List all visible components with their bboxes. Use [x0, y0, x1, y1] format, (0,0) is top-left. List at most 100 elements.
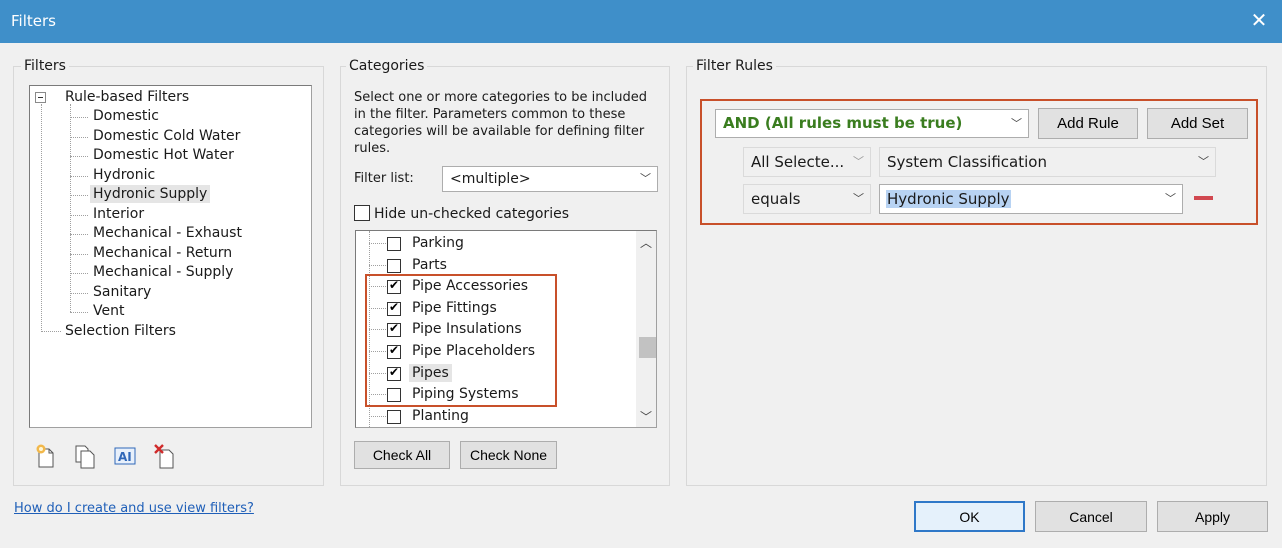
- add-set-button[interactable]: Add Set: [1147, 108, 1248, 139]
- category-checkbox[interactable]: [387, 388, 401, 403]
- tree-node-filter[interactable]: Mechanical - Supply: [90, 263, 236, 281]
- category-scope-dropdown[interactable]: All Selecte... ﹀: [743, 147, 871, 177]
- tree-line: [369, 243, 386, 244]
- category-checkbox[interactable]: [387, 300, 401, 316]
- tree-node-filter[interactable]: Vent: [90, 302, 127, 320]
- tree-line: [41, 104, 42, 332]
- category-row[interactable]: Pipe Fittings: [356, 298, 636, 319]
- tree-line: [369, 351, 386, 352]
- category-label: Pipe Accessories: [412, 278, 529, 295]
- remove-rule-icon[interactable]: [1194, 196, 1213, 200]
- hide-unchecked-checkbox[interactable]: [354, 205, 370, 221]
- operator-dropdown[interactable]: equals ﹀: [743, 184, 871, 214]
- tree-line: [70, 312, 88, 313]
- scrollbar-thumb[interactable]: [639, 337, 656, 358]
- tree-line: [369, 415, 386, 417]
- filter-list-value: <multiple>: [450, 171, 531, 187]
- parameter-value: System Classification: [887, 153, 1047, 171]
- collapse-icon[interactable]: [35, 92, 46, 103]
- title-bar: Filters ✕: [0, 0, 1282, 43]
- category-label: Parking: [412, 235, 464, 251]
- tree-node-selection-filters[interactable]: Selection Filters: [62, 322, 179, 340]
- filter-list-dropdown[interactable]: <multiple> ﹀: [442, 166, 658, 192]
- add-rule-button[interactable]: Add Rule: [1038, 108, 1138, 139]
- duplicate-filter-icon[interactable]: [73, 443, 97, 469]
- category-label: Pipe Placeholders: [412, 343, 536, 359]
- tree-node-filter[interactable]: Domestic Cold Water: [90, 127, 243, 145]
- category-checkbox[interactable]: [387, 365, 401, 381]
- category-scope-value: All Selecte...: [751, 153, 845, 171]
- logic-value: AND (All rules must be true): [723, 114, 963, 132]
- rename-filter-icon[interactable]: AI: [113, 443, 137, 469]
- chevron-down-icon: ﹀: [853, 155, 864, 168]
- category-label: Parts: [412, 256, 447, 273]
- tree-node-rule-based[interactable]: Rule-based Filters: [62, 88, 192, 106]
- category-checkbox[interactable]: [387, 343, 401, 359]
- categories-description: Select one or more categories to be incl…: [354, 90, 647, 156]
- tree-node-filter[interactable]: Interior: [90, 205, 147, 223]
- tree-node-filter[interactable]: Hydronic: [90, 166, 158, 184]
- tree-line: [369, 329, 386, 331]
- category-checkbox[interactable]: [387, 237, 401, 251]
- tree-line: [369, 394, 386, 396]
- tree-node-filter[interactable]: Mechanical - Return: [90, 244, 235, 262]
- ok-button[interactable]: OK: [914, 501, 1025, 532]
- chevron-down-icon: ﹀: [1198, 155, 1209, 168]
- category-row[interactable]: Parts: [356, 255, 636, 276]
- categories-list[interactable]: Parking Parts Pipe Accessories Pipe Fitting…: [355, 230, 657, 428]
- tree-node-filter[interactable]: Domestic Hot Water: [90, 146, 237, 164]
- category-label: Pipe Fittings: [412, 299, 497, 316]
- window-title: Filters: [11, 12, 56, 30]
- categories-scrollbar[interactable]: ︿ ﹀: [636, 231, 656, 427]
- scroll-down-icon[interactable]: ﹀: [636, 407, 656, 427]
- tree-node-filter[interactable]: Domestic: [90, 107, 162, 125]
- tree-line: [369, 307, 386, 309]
- filter-list-label: Filter list:: [354, 171, 414, 186]
- tree-node-filter[interactable]: Hydronic Supply: [90, 185, 211, 203]
- scroll-up-icon[interactable]: ︿: [636, 233, 656, 253]
- apply-button[interactable]: Apply: [1157, 501, 1268, 532]
- svg-text:AI: AI: [118, 450, 132, 464]
- tree-line: [369, 286, 386, 288]
- tree-line: [41, 331, 61, 332]
- category-checkbox[interactable]: [387, 278, 401, 295]
- cancel-button[interactable]: Cancel: [1035, 501, 1147, 532]
- delete-filter-icon[interactable]: [153, 443, 177, 469]
- tree-line: [70, 195, 88, 196]
- close-icon[interactable]: ✕: [1249, 9, 1269, 31]
- category-label: Pipes: [409, 363, 452, 382]
- help-link[interactable]: How do I create and use view filters?: [14, 501, 254, 516]
- filters-group-title: Filters: [21, 58, 69, 74]
- tree-line: [70, 253, 88, 255]
- tree-line: [70, 175, 88, 177]
- tree-line: [369, 372, 386, 374]
- hide-unchecked-label: Hide un-checked categories: [374, 206, 569, 222]
- category-row[interactable]: Pipe Insulations: [356, 319, 636, 340]
- filters-tree[interactable]: Rule-based Filters Domestic Domestic Cold…: [29, 85, 312, 428]
- new-filter-icon[interactable]: [33, 443, 57, 469]
- parameter-dropdown[interactable]: System Classification ﹀: [879, 147, 1216, 177]
- check-all-button[interactable]: Check All: [354, 441, 450, 469]
- category-checkbox[interactable]: [387, 321, 401, 338]
- category-label: Planting: [412, 407, 469, 424]
- category-row[interactable]: Pipe Placeholders: [356, 341, 636, 362]
- category-label: Piping Systems: [412, 386, 519, 403]
- category-row[interactable]: Piping Systems: [356, 384, 636, 405]
- category-row[interactable]: Parking: [356, 233, 636, 254]
- category-row[interactable]: Pipe Accessories: [356, 276, 636, 297]
- categories-group-title: Categories: [346, 58, 428, 74]
- tree-line: [70, 214, 88, 216]
- category-row[interactable]: Pipes: [356, 363, 636, 384]
- tree-line: [70, 104, 71, 312]
- logic-dropdown[interactable]: AND (All rules must be true) ﹀: [715, 109, 1029, 138]
- tree-node-filter[interactable]: Sanitary: [90, 283, 154, 301]
- rule-value-combobox[interactable]: Hydronic Supply ﹀: [879, 184, 1183, 214]
- rule-value-text[interactable]: Hydronic Supply: [886, 190, 1011, 208]
- check-none-button[interactable]: Check None: [460, 441, 557, 469]
- chevron-down-icon: ﹀: [853, 192, 864, 205]
- category-row[interactable]: Planting: [356, 406, 636, 427]
- category-checkbox[interactable]: [387, 409, 401, 424]
- category-checkbox[interactable]: [387, 258, 401, 273]
- tree-node-filter[interactable]: Mechanical - Exhaust: [90, 224, 245, 242]
- tree-line: [70, 117, 88, 118]
